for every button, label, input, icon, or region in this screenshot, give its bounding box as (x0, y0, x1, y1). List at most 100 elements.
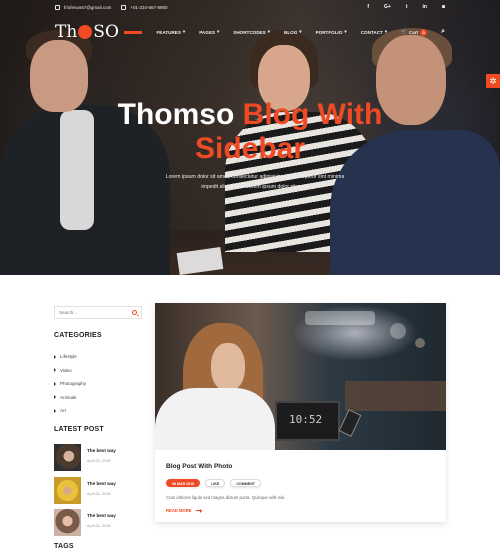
chevron-down-icon: ▾ (182, 29, 186, 34)
chevron-down-icon: ▾ (344, 29, 347, 34)
category-label: Video (60, 367, 72, 373)
hero-title: Thomso Blog With Sidebar (0, 98, 500, 166)
caret-right-icon (54, 395, 56, 400)
hero-title-line2: Sidebar (194, 132, 306, 165)
category-item-photography[interactable]: Photography (54, 377, 144, 391)
image-bokeh (415, 338, 425, 348)
chevron-down-icon: ▾ (216, 29, 220, 34)
caret-right-icon (54, 381, 56, 386)
nav-item-contact[interactable]: CONTACT ▾ (361, 29, 387, 35)
chevron-down-icon: ▾ (267, 29, 270, 34)
caret-right-icon (54, 368, 56, 373)
linkedin-icon[interactable]: in (423, 4, 427, 10)
post-title[interactable]: The best way (87, 448, 116, 453)
cart-icon: 🛒 (401, 29, 407, 34)
nav-item-pages[interactable]: PAGES ▾ (199, 29, 219, 35)
logo-text-start: Th (55, 22, 78, 42)
image-bokeh (390, 323, 406, 339)
read-more-label: READ MORE (166, 508, 192, 513)
nav-menu: FEATURES ▾ PAGES ▾ SHORTCODES ▾ BLOG ▾ P… (124, 28, 445, 36)
post-title[interactable]: Blog Post With Photo (166, 463, 232, 470)
nav-item-label: PAGES (199, 29, 215, 35)
settings-gear-icon[interactable]: ✲ (486, 74, 500, 88)
tags-heading: TAGS (54, 543, 74, 550)
facebook-icon[interactable]: f (367, 4, 369, 10)
caret-right-icon (54, 408, 56, 413)
latest-post-item[interactable]: The best way April 02, 2018 (54, 476, 149, 506)
post-title[interactable]: The best way (87, 481, 116, 486)
image-woman-body (155, 388, 275, 450)
category-item-art[interactable]: Art (54, 404, 144, 418)
post-thumbnail[interactable] (54, 509, 81, 536)
hero-title-plain: Thomso (117, 98, 243, 131)
google-plus-icon[interactable]: G+ (384, 4, 391, 10)
nav-item-label: FEATURES (156, 29, 181, 35)
logo-text-end: SO (93, 22, 119, 42)
nav-home-indicator[interactable] (124, 30, 143, 34)
nav-item-blog[interactable]: BLOG ▾ (284, 29, 302, 35)
latest-post-item[interactable]: The best way April 02, 2018 (54, 509, 149, 538)
caret-right-icon (54, 354, 56, 359)
top-phone-text: +01-234-567-8900 (130, 4, 168, 10)
top-phone[interactable]: +01-234-567-8900 (121, 4, 168, 10)
blog-post-card: 10:52 Blog Post With Photo 08 MAR 2018 L… (155, 303, 446, 522)
search-icon[interactable] (132, 310, 137, 315)
image-phone (338, 409, 362, 437)
chevron-down-icon: ▾ (299, 29, 302, 34)
category-label: Animals (60, 394, 77, 400)
nav-item-shortcodes[interactable]: SHORTCODES ▾ (233, 29, 270, 35)
read-more-link[interactable]: READ MORE (166, 508, 202, 513)
top-email[interactable]: frlofenus67@gmail.com (55, 4, 112, 10)
top-email-text: frlofenus67@gmail.com (64, 4, 112, 10)
search-icon[interactable]: ⌕ (441, 28, 445, 36)
nav-item-label: CONTACT (360, 29, 383, 35)
latest-post-item[interactable]: The best way April 02, 2018 (54, 444, 149, 473)
post-featured-image[interactable]: 10:52 (155, 303, 446, 450)
logo-o-icon (78, 25, 93, 39)
post-date: April 02, 2018 (87, 524, 111, 528)
arrow-right-icon (195, 508, 202, 513)
latest-post-list: The best way April 02, 2018 The best way… (54, 444, 149, 542)
top-bar: frlofenus67@gmail.com +01-234-567-8900 f… (0, 0, 500, 14)
image-woman-face (211, 343, 245, 391)
post-thumbnail[interactable] (54, 476, 81, 504)
nav-item-label: SHORTCODES (233, 29, 266, 35)
comment-button[interactable]: COMMENT (230, 479, 261, 487)
category-list: Lifestyle Video Photography Animals Art (54, 350, 144, 418)
category-item-video[interactable]: Video (54, 364, 144, 378)
image-clock-text: 10:52 (289, 413, 323, 426)
sidebar-search (54, 306, 142, 319)
social-links: f G+ t in ◙ (367, 4, 445, 10)
category-item-lifestyle[interactable]: Lifestyle (54, 350, 144, 364)
nav-item-features[interactable]: FEATURES ▾ (156, 29, 185, 35)
phone-icon (121, 4, 127, 10)
post-title[interactable]: The best way (87, 513, 116, 518)
twitter-icon[interactable]: t (406, 4, 408, 10)
category-item-animals[interactable]: Animals (54, 391, 144, 405)
post-meta: 08 MAR 2018 LIKE COMMENT (166, 479, 261, 487)
image-table (345, 381, 446, 411)
post-date: April 02, 2018 (87, 491, 111, 496)
cart-count-badge: 0 (420, 28, 428, 36)
image-lamp (305, 311, 375, 325)
category-label: Art (60, 408, 66, 414)
like-button[interactable]: LIKE (205, 479, 226, 487)
post-excerpt: Cras ultricies ligula sed magna dictum p… (166, 495, 286, 500)
nav-item-portfolio[interactable]: PORTFOLIO ▾ (316, 29, 347, 35)
nav-item-label: BLOG (284, 29, 298, 35)
category-label: Lifestyle (60, 354, 77, 360)
post-date-badge: 08 MAR 2018 (166, 479, 201, 487)
hero-title-accent: Blog With (242, 98, 383, 131)
sidebar-search-input[interactable] (59, 310, 129, 315)
post-thumbnail[interactable] (54, 444, 81, 471)
chevron-down-icon: ▾ (384, 29, 388, 34)
cart-button[interactable]: 🛒 Cart 0 (401, 28, 428, 36)
mail-icon (55, 4, 60, 10)
flickr-icon[interactable]: ◙ (442, 4, 445, 10)
cart-label: Cart (408, 29, 419, 35)
site-logo[interactable]: Th SO (55, 22, 119, 42)
post-date: April 02, 2018 (87, 459, 111, 463)
latest-post-heading: LATEST POST (54, 426, 104, 433)
main-nav: Th SO FEATURES ▾ PAGES ▾ SHORTCODES ▾ BL… (0, 18, 500, 46)
nav-item-label: PORTFOLIO (315, 29, 343, 35)
